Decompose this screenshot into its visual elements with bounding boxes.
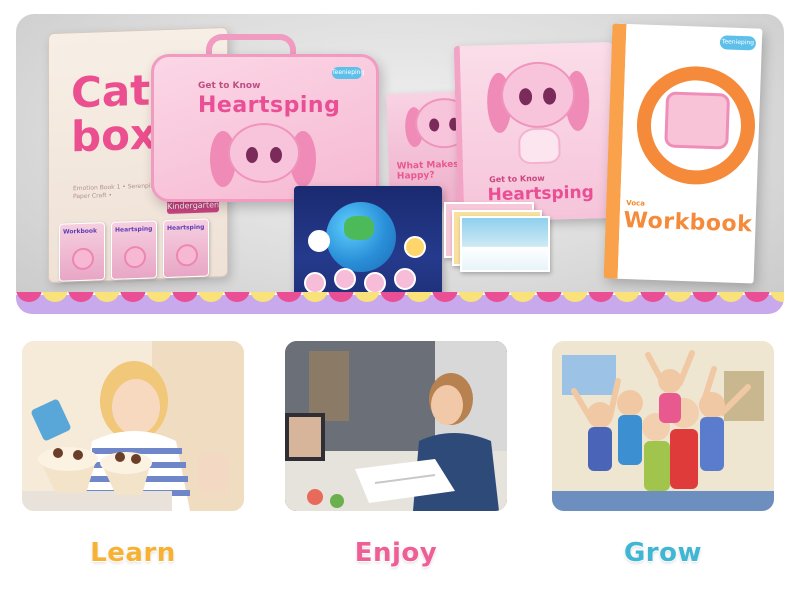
workbook-brand-badge: Teenieping [719, 35, 757, 51]
scallop-dot [536, 292, 562, 302]
case-title: Heartsping [198, 93, 341, 118]
book-front-subtitle: Get to Know [489, 173, 545, 185]
learn-photo [22, 341, 244, 511]
mini-book-heartsping: Heartsping [111, 220, 157, 280]
scallop-dot [120, 292, 146, 302]
scallop-dot [94, 292, 120, 302]
scallop-dot [510, 292, 536, 302]
scallop-dot [744, 292, 770, 302]
learn-label: Learn [90, 538, 176, 568]
grow-label: Grow [623, 538, 703, 568]
workbook-label: Voca [626, 199, 646, 208]
sticker [404, 236, 426, 258]
scallop-dot [68, 292, 94, 302]
scallop-dot [198, 292, 224, 302]
scallop-dot [172, 292, 198, 302]
scallop-dot [224, 292, 250, 302]
children-cheering-classroom-illustration [552, 341, 774, 511]
scallop-dot [640, 292, 666, 302]
scallop-dot [666, 292, 692, 302]
scallop-dot [692, 292, 718, 302]
scallop-dot [588, 292, 614, 302]
product-hero-banner: Cat box Emotion Book 1 • Serenping 1 • B… [16, 14, 784, 314]
scallop-dot [718, 292, 744, 302]
enjoy-label: Enjoy [354, 538, 438, 568]
mini-book-heartsping-2: Heartsping [163, 218, 209, 279]
case-brand-badge: Teenieping [332, 67, 364, 79]
sticker [364, 272, 386, 294]
scallop-dot [250, 292, 276, 302]
scallop-dot [484, 292, 510, 302]
earth-illustration [326, 202, 396, 272]
grow-photo [552, 341, 774, 511]
scallop-dot [276, 292, 302, 302]
sticker [394, 268, 416, 290]
flash-card-snow-scene [460, 216, 550, 272]
sticker [308, 230, 330, 252]
scallop-dot [354, 292, 380, 302]
sticker-book [294, 186, 442, 304]
jewelry-box-illustration [664, 91, 731, 150]
child-baking-cupcakes-illustration [22, 341, 244, 511]
scallop-dot [770, 292, 784, 302]
voca-workbook: Teenieping Voca Workbook [603, 23, 763, 284]
scallop-dot [302, 292, 328, 302]
enjoy-photo [285, 341, 507, 511]
scallop-dot [614, 292, 640, 302]
heartsping-case: Teenieping Get to Know Heartsping [151, 54, 379, 202]
scallop-dot [146, 292, 172, 302]
sticker [304, 272, 326, 294]
scallop-dot [458, 292, 484, 302]
scallop-dot [380, 292, 406, 302]
scallop-divider [16, 292, 784, 314]
scallop-dot [432, 292, 458, 302]
book-get-to-know-heartsping: Get to Know Heartsping [453, 41, 617, 223]
scallop-dot [16, 292, 42, 302]
workbook-title: Workbook [623, 207, 753, 238]
scallop-dot [42, 292, 68, 302]
mini-book-workbook: Workbook [59, 222, 105, 282]
case-subtitle: Get to Know [198, 81, 261, 91]
sticker [334, 268, 356, 290]
scallop-dot [562, 292, 588, 302]
child-online-class-illustration [285, 341, 507, 511]
scallop-dot [406, 292, 432, 302]
scallop-dot [328, 292, 354, 302]
